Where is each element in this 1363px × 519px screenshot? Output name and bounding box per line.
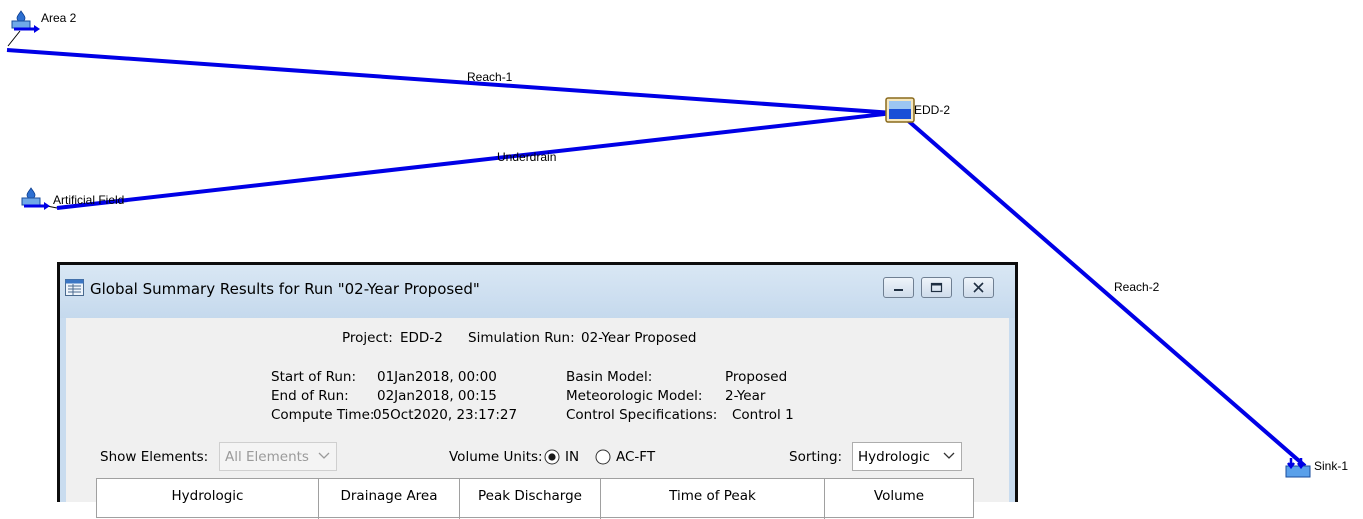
start-of-run-value: 01Jan2018, 00:00 (377, 369, 497, 385)
compute-time-value: 05Oct2020, 23:17:27 (373, 407, 518, 423)
basin-model-value: Proposed (725, 369, 788, 385)
column-header-time-of-peak[interactable]: Time of Peak (601, 479, 825, 519)
subbasin-icon[interactable] (10, 10, 42, 34)
app-icon (65, 279, 84, 296)
column-header-peak-discharge[interactable]: Peak Discharge (460, 479, 601, 519)
close-button[interactable] (963, 277, 994, 298)
maximize-icon (930, 282, 943, 293)
basin-model-label: Basin Model: (566, 369, 653, 385)
window-title: Global Summary Results for Run "02-Year … (90, 280, 480, 298)
results-table-header: Hydrologic Drainage Area Peak Discharge … (96, 478, 974, 519)
artificial-field-label: Artificial Field (53, 193, 125, 207)
volume-acft-radio[interactable] (595, 449, 611, 465)
meteorologic-model-value: 2-Year (725, 388, 766, 404)
show-elements-value: All Elements (225, 449, 309, 465)
column-header-volume[interactable]: Volume (825, 479, 973, 519)
start-of-run-label: Start of Run: (271, 369, 357, 385)
control-specifications-label: Control Specifications: (566, 407, 718, 423)
column-header-hydrologic[interactable]: Hydrologic (97, 479, 319, 519)
sorting-dropdown[interactable]: Hydrologic (852, 442, 962, 471)
chevron-down-icon (318, 452, 330, 459)
maximize-button[interactable] (921, 277, 952, 298)
minimize-icon (894, 289, 903, 291)
reach-1-label: Reach-1 (467, 70, 513, 84)
project-value: EDD-2 (400, 330, 443, 346)
compute-time-label: Compute Time: (271, 407, 375, 423)
project-label: Project: (342, 330, 393, 346)
sink-1-label: Sink-1 (1314, 459, 1349, 473)
volume-in-label[interactable]: IN (565, 449, 579, 465)
meteorologic-model-label: Meteorologic Model: (566, 388, 703, 404)
area-2-label: Area 2 (41, 11, 77, 25)
chevron-down-icon (943, 452, 955, 459)
underdrain-line[interactable] (56, 111, 894, 210)
global-summary-window: Global Summary Results for Run "02-Year … (57, 262, 1018, 519)
reservoir-icon[interactable] (885, 97, 915, 123)
sink-icon[interactable] (1285, 457, 1313, 479)
underdrain-label: Underdrain (497, 150, 557, 164)
reach-1-line[interactable] (6, 48, 894, 115)
volume-in-radio[interactable] (544, 449, 560, 465)
edd-2-label: EDD-2 (914, 103, 951, 117)
control-specifications-value: Control 1 (732, 407, 794, 423)
subbasin-icon[interactable] (20, 187, 52, 211)
end-of-run-label: End of Run: (271, 388, 349, 404)
close-icon (973, 282, 984, 293)
simulation-run-value: 02-Year Proposed (581, 330, 697, 346)
simulation-run-label: Simulation Run: (468, 330, 575, 346)
reach-2-label: Reach-2 (1114, 280, 1160, 294)
window-titlebar[interactable]: Global Summary Results for Run "02-Year … (60, 265, 1015, 318)
volume-units-label: Volume Units: (449, 449, 543, 465)
show-elements-dropdown[interactable]: All Elements (219, 442, 337, 471)
summary-content: Project: EDD-2 Simulation Run: 02-Year P… (66, 318, 1009, 519)
column-header-drainage-area[interactable]: Drainage Area (319, 479, 460, 519)
window-frame: Global Summary Results for Run "02-Year … (60, 265, 1015, 519)
end-of-run-value: 02Jan2018, 00:15 (377, 388, 497, 404)
show-elements-label: Show Elements: (100, 449, 209, 465)
sorting-value: Hydrologic (858, 449, 930, 465)
volume-acft-label[interactable]: AC-FT (616, 449, 655, 465)
sorting-label: Sorting: (789, 449, 843, 465)
minimize-button[interactable] (883, 277, 914, 298)
